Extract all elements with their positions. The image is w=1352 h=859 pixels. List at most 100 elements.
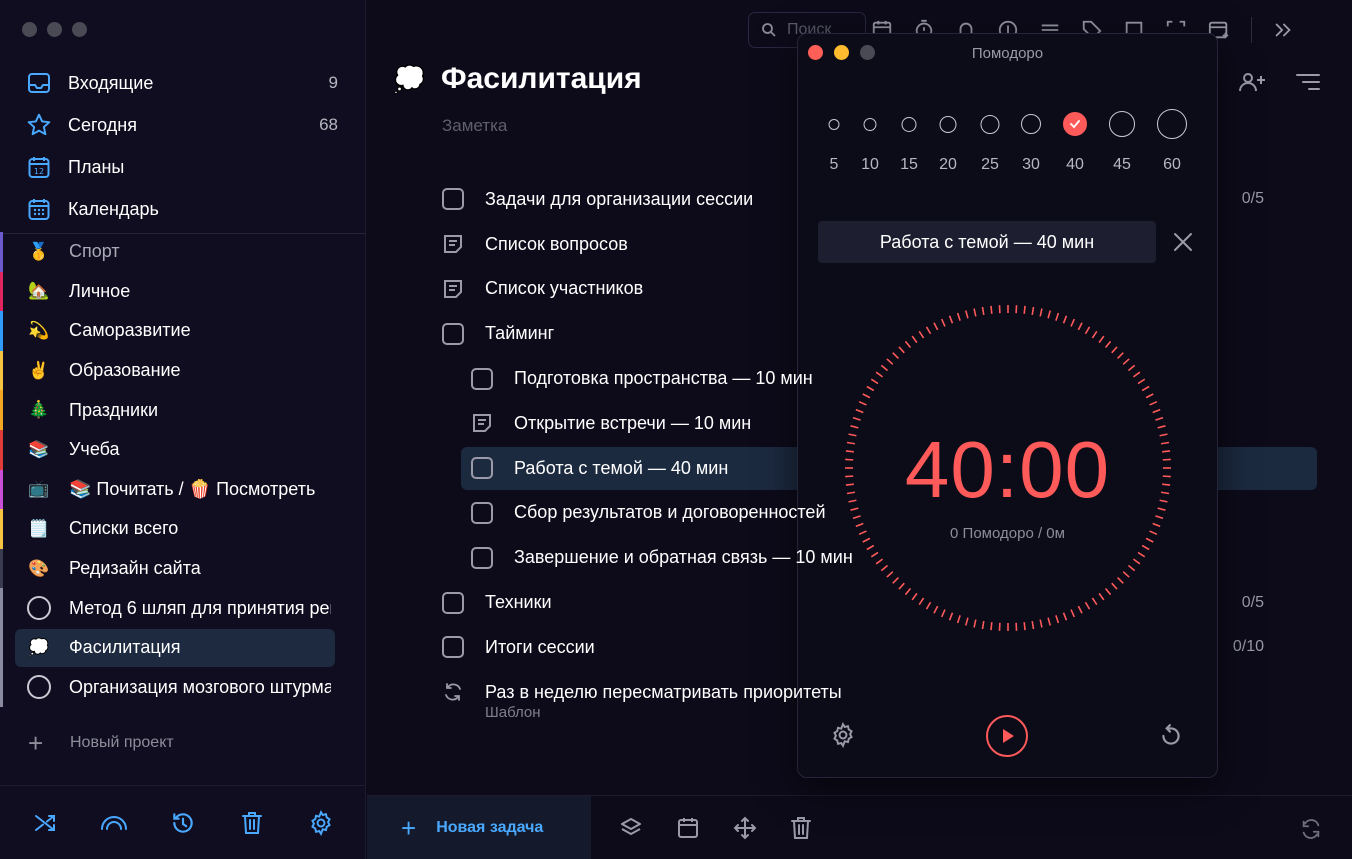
search-icon <box>762 23 776 37</box>
sidebar: Входящие 9 Сегодня 68 12 Планы Календарь… <box>0 0 366 859</box>
dial-tick <box>948 612 954 621</box>
dial-tick <box>1091 597 1098 606</box>
dial-tick <box>956 312 961 321</box>
sidebar-item-today[interactable]: Сегодня 68 <box>0 104 366 146</box>
filter-lines-icon[interactable] <box>1295 71 1321 93</box>
sidebar-project-item[interactable]: 📚 Учеба <box>0 429 366 470</box>
pomodoro-task[interactable]: Работа с темой — 40 мин <box>818 221 1156 263</box>
note-icon <box>444 279 462 298</box>
duration-option[interactable]: 10 <box>861 117 879 173</box>
duration-option[interactable]: 20 <box>939 115 957 173</box>
dial-tick <box>1155 515 1164 520</box>
close-window-button[interactable] <box>22 22 37 37</box>
sidebar-project-item[interactable]: 🥇 Спорт <box>0 232 366 272</box>
zoom-window-button[interactable] <box>72 22 87 37</box>
trash-icon[interactable] <box>790 816 812 840</box>
sidebar-project-item[interactable]: 🎄 Праздники <box>0 390 366 430</box>
dial-tick <box>973 619 977 628</box>
sidebar-project-item[interactable]: 📺 📚 Почитать / 🍿 Посмотреть <box>0 469 366 510</box>
duration-option[interactable]: 60 <box>1157 109 1187 173</box>
project-list: 🥇 Спорт 🏡 Личное 💫 Саморазвитие ✌️ Образование 🎄… <box>0 232 366 708</box>
task-checkbox[interactable] <box>442 591 464 614</box>
duration-option[interactable]: 25 <box>980 114 1000 173</box>
reset-icon[interactable] <box>1158 723 1184 749</box>
dial-tick <box>1145 393 1154 399</box>
dial-tick <box>892 577 899 584</box>
page-title[interactable]: Фасилитация <box>441 62 642 96</box>
task-checkbox[interactable] <box>442 188 464 211</box>
dial-tick <box>850 425 859 429</box>
shuffle-icon[interactable] <box>30 808 60 838</box>
new-task-button[interactable]: + Новая задача <box>367 796 591 859</box>
sidebar-project-item[interactable]: Метод 6 шляп для принятия решений <box>0 588 366 628</box>
double-chevron-right-icon[interactable] <box>1272 19 1294 41</box>
task-checkbox[interactable] <box>471 367 493 390</box>
duration-option[interactable]: 45 <box>1109 111 1135 173</box>
sidebar-project-item[interactable]: ✌️ Образование <box>0 350 366 391</box>
layers-icon[interactable] <box>619 816 643 840</box>
pomodoro-title: Помодоро <box>971 45 1044 62</box>
sidebar-item-plans[interactable]: 12 Планы <box>0 146 366 188</box>
duration-option[interactable]: 30 <box>1021 114 1041 173</box>
settings-icon[interactable] <box>830 722 856 748</box>
task-actions <box>619 816 812 840</box>
new-project-button[interactable]: + Новый проект <box>28 730 174 756</box>
task-checkbox[interactable] <box>442 636 464 659</box>
plus-icon: + <box>401 813 417 843</box>
duration-option[interactable]: 15 <box>900 116 918 173</box>
minimize-window-button[interactable] <box>47 22 62 37</box>
sidebar-project-item[interactable]: 💫 Саморазвитие <box>0 311 366 351</box>
sidebar-item-calendar[interactable]: Календарь <box>0 188 366 230</box>
project-color-bar <box>0 548 3 589</box>
dial-tick <box>886 571 894 578</box>
project-icon: 📺 <box>28 479 50 499</box>
dial-tick <box>870 551 879 558</box>
dial-tick <box>1070 318 1076 327</box>
project-color-bar <box>0 390 3 430</box>
task-checkbox[interactable] <box>471 546 493 569</box>
task-label: Список вопросов <box>485 233 628 254</box>
dial-tick <box>1084 601 1091 610</box>
dial-tick <box>1152 408 1161 414</box>
dial-tick <box>1127 564 1136 572</box>
duration-label: 60 <box>1163 156 1181 173</box>
sidebar-project-item[interactable]: Организация мозгового штурма <box>0 667 366 708</box>
history-icon[interactable] <box>168 808 198 838</box>
sidebar-project-item[interactable]: 🗒️ Списки всего <box>0 509 366 549</box>
header-actions <box>1237 70 1321 94</box>
dial-tick <box>852 416 861 421</box>
page-header: 💭 Фасилитация <box>393 62 642 96</box>
close-icon[interactable] <box>1172 231 1194 253</box>
dial-tick <box>1023 622 1026 631</box>
sidebar-item-count: 68 <box>319 115 338 134</box>
dial-tick <box>1104 340 1112 349</box>
add-person-icon[interactable] <box>1237 70 1267 94</box>
dial-tick <box>990 622 993 631</box>
sidebar-project-item[interactable]: 🏡 Личное <box>0 271 366 312</box>
project-note[interactable]: Заметка <box>442 116 507 136</box>
task-checkbox[interactable] <box>442 322 464 345</box>
task-checkbox[interactable] <box>471 457 493 480</box>
task-checkbox[interactable] <box>471 501 493 524</box>
window-controls <box>22 22 87 37</box>
move-icon[interactable] <box>733 816 757 840</box>
sidebar-toolbar <box>0 785 366 859</box>
duration-label: 10 <box>861 156 879 173</box>
dial-tick <box>1117 577 1124 584</box>
sidebar-project-item[interactable]: 🎨 Редизайн сайта <box>0 548 366 589</box>
duration-option[interactable]: 5 <box>828 118 840 173</box>
project-icon <box>26 595 52 621</box>
settings-icon[interactable] <box>306 808 336 838</box>
sync-icon[interactable] <box>1300 818 1322 845</box>
dial-tick <box>898 582 905 590</box>
trash-icon[interactable] <box>237 808 267 838</box>
timer-display: 40:00 <box>904 425 1111 514</box>
rainbow-icon[interactable] <box>99 808 129 838</box>
project-color-bar <box>0 350 3 391</box>
task-label: Подготовка пространства — 10 мин <box>514 368 813 389</box>
duration-option[interactable]: 40 <box>1063 112 1087 173</box>
sidebar-item-inbox[interactable]: Входящие 9 <box>0 62 366 104</box>
calendar-icon[interactable] <box>676 816 700 840</box>
play-button[interactable] <box>986 715 1028 757</box>
sidebar-project-item[interactable]: 💭 Фасилитация <box>0 627 366 668</box>
